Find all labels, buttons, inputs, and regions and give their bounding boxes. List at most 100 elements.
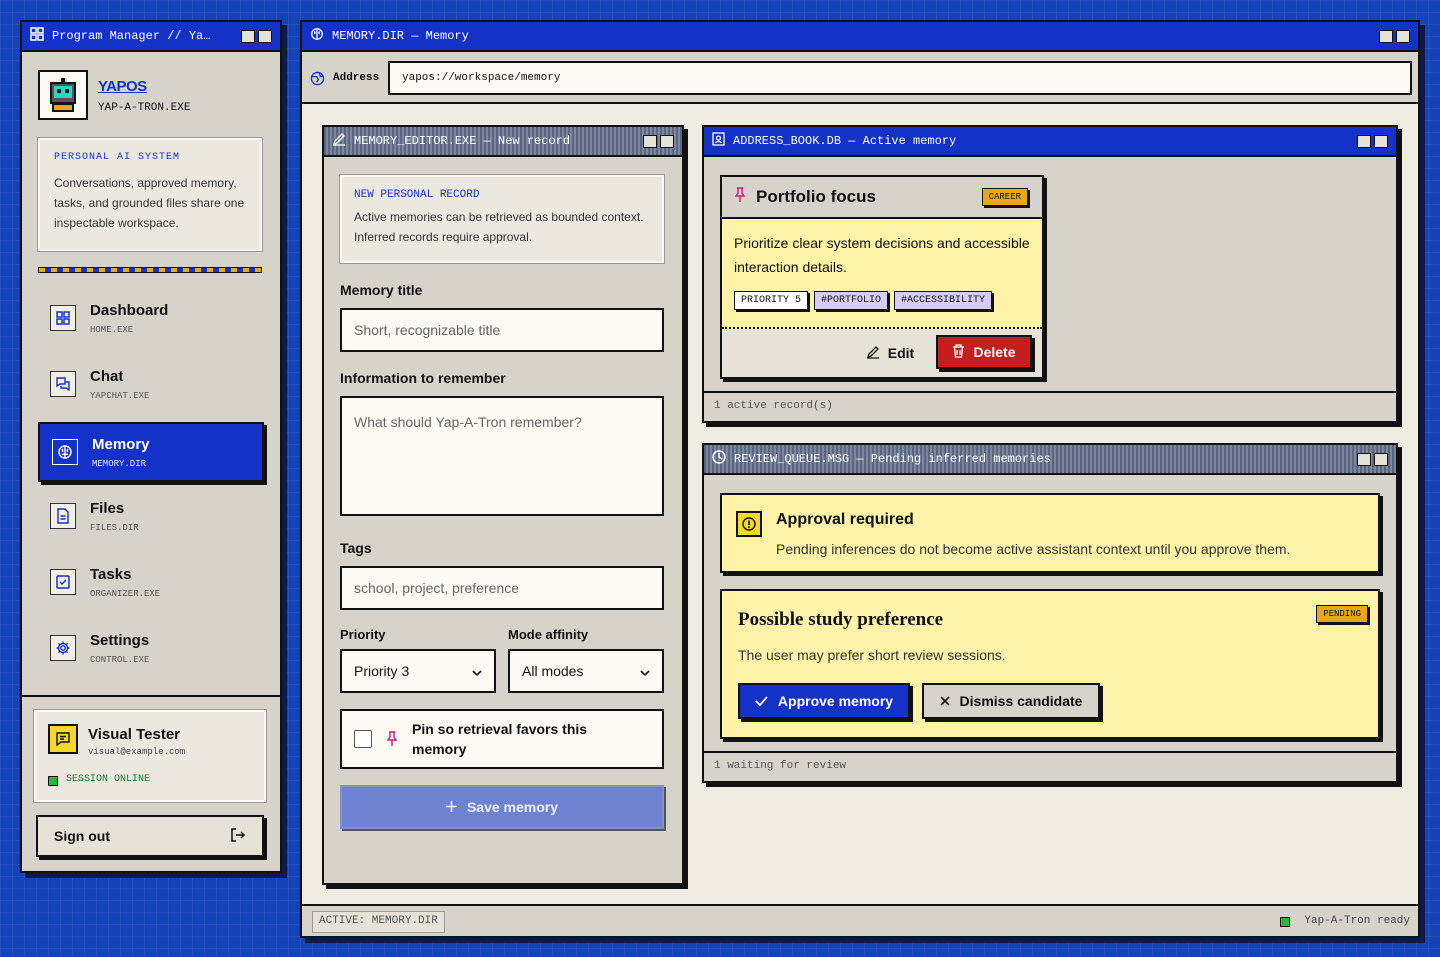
minimize-button[interactable] <box>1357 134 1371 148</box>
address-bar: Address yapos://workspace/memory <box>302 52 1418 104</box>
maximize-button[interactable] <box>1374 452 1388 466</box>
robot-icon <box>50 78 76 112</box>
trash-icon <box>952 343 965 361</box>
editor-titlebar: MEMORY_EDITOR.EXE — New record <box>324 127 682 157</box>
mode-value: All modes <box>522 663 584 679</box>
window-title: MEMORY.DIR — Memory <box>332 29 469 43</box>
mode-affinity-select[interactable]: All modes <box>508 649 664 693</box>
sidebar-item-files[interactable]: Files FILES.DIR <box>38 486 264 546</box>
plus-icon <box>445 799 457 815</box>
intro-box: PERSONAL AI SYSTEM Conversations, approv… <box>37 137 263 252</box>
sidebar-item-memory[interactable]: Memory MEMORY.DIR <box>38 422 264 482</box>
address-book-window: ADDRESS_BOOK.DB — Active memory Portfoli… <box>702 125 1398 423</box>
app-name: YAPOS <box>98 78 147 95</box>
memory-card-tags: PRIORITY 5 #PORTFOLIO #ACCESSIBILITY <box>734 289 1030 310</box>
memory-card-title: Portfolio focus <box>756 187 876 206</box>
online-indicator <box>48 776 58 786</box>
waiting-count: 1 waiting for review <box>714 760 847 772</box>
priority-label: Priority <box>340 627 386 642</box>
pin-icon <box>386 731 398 752</box>
review-queue-window: REVIEW_QUEUE.MSG — Pending inferred memo… <box>702 443 1398 783</box>
user-card: Visual Tester visual@example.com SESSION… <box>33 709 267 803</box>
approve-label: Approve memory <box>777 693 894 709</box>
information-label: Information to remember <box>340 370 506 386</box>
maximize-button[interactable] <box>258 29 272 43</box>
memory-card-text: Prioritize clear system decisions and ac… <box>734 235 1030 275</box>
program-manager-window: Program Manager // Ya… YAPOS YAP-A-TRON.… <box>20 20 282 873</box>
hashtag: #ACCESSIBILITY <box>894 291 993 310</box>
address-book-titlebar: ADDRESS_BOOK.DB — Active memory <box>704 127 1396 157</box>
pencil-icon <box>332 132 346 150</box>
address-input[interactable]: yapos://workspace/memory <box>388 61 1412 95</box>
priority-select[interactable]: Priority 3 <box>340 649 496 693</box>
pin-option[interactable]: Pin so retrieval favors this memory <box>340 709 664 769</box>
sign-out-label: Sign out <box>54 828 110 844</box>
nav-label: Chat <box>90 367 124 385</box>
nav-label: Files <box>90 499 125 517</box>
pin-checkbox[interactable] <box>354 730 372 748</box>
tags-label: Tags <box>340 540 372 556</box>
memory-title-input[interactable]: Short, recognizable title <box>340 308 664 352</box>
status-ready: Yap-A-Tron ready <box>1304 915 1410 927</box>
review-titlebar: REVIEW_QUEUE.MSG — Pending inferred memo… <box>704 445 1396 475</box>
file-icon <box>50 503 76 529</box>
session-status: SESSION ONLINE <box>66 774 151 785</box>
sidebar-item-tasks[interactable]: Tasks ORGANIZER.EXE <box>38 552 264 612</box>
tags-input[interactable]: school, project, preference <box>340 566 664 610</box>
maximize-button[interactable] <box>660 134 674 148</box>
review-footer: 1 waiting for review <box>704 751 1396 781</box>
globe-icon <box>310 71 325 91</box>
brain-icon <box>52 439 78 465</box>
pending-card-text: The user may prefer short review session… <box>738 647 1006 663</box>
divider-stripe <box>38 267 262 273</box>
clock-icon <box>712 450 726 468</box>
sidebar-item-settings[interactable]: Settings CONTROL.EXE <box>38 618 264 678</box>
brain-icon <box>310 27 324 45</box>
pending-card: Possible study preference PENDING The us… <box>720 589 1380 739</box>
app-exe: YAP-A-TRON.EXE <box>98 102 191 114</box>
pencil-icon <box>866 345 880 362</box>
contact-icon <box>712 132 725 150</box>
maximize-button[interactable] <box>1374 134 1388 148</box>
sign-out-button[interactable]: Sign out <box>36 815 264 857</box>
user-name: Visual Tester <box>88 726 180 743</box>
message-icon <box>56 732 70 746</box>
program-manager-titlebar: Program Manager // Ya… <box>22 22 280 52</box>
information-textarea[interactable]: What should Yap-A-Tron remember? <box>340 396 664 516</box>
notice-title: Approval required <box>776 511 914 528</box>
approve-memory-button[interactable]: Approve memory <box>738 683 910 719</box>
minimize-button[interactable] <box>643 134 657 148</box>
user-avatar <box>48 724 78 754</box>
sidebar-item-chat[interactable]: Chat YAPCHAT.EXE <box>38 354 264 414</box>
nav-label: Settings <box>90 631 150 649</box>
minimize-button[interactable] <box>1379 29 1393 43</box>
chevron-down-icon <box>472 663 482 679</box>
edit-button[interactable]: Edit <box>854 337 926 369</box>
nav-sub: YAPCHAT.EXE <box>90 390 150 401</box>
window-title: Program Manager // Ya… <box>52 29 211 43</box>
minimize-button[interactable] <box>1357 452 1371 466</box>
warning-icon <box>736 511 762 537</box>
dismiss-label: Dismiss candidate <box>959 693 1083 709</box>
nav-sub: FILES.DIR <box>90 522 139 533</box>
delete-label: Delete <box>973 344 1016 360</box>
pin-icon <box>734 186 746 208</box>
intro-heading: PERSONAL AI SYSTEM <box>54 152 181 163</box>
dashboard-icon <box>50 305 76 331</box>
grid-icon <box>30 27 44 45</box>
delete-button[interactable]: Delete <box>936 335 1032 369</box>
close-icon <box>939 693 950 709</box>
window-title: REVIEW_QUEUE.MSG — Pending inferred memo… <box>734 452 1051 466</box>
app-logo <box>38 70 88 120</box>
pin-label: Pin so retrieval favors this memory <box>412 721 588 757</box>
save-label: Save memory <box>466 799 559 815</box>
dismiss-candidate-button[interactable]: Dismiss candidate <box>922 683 1100 719</box>
minimize-button[interactable] <box>241 29 255 43</box>
category-badge: CAREER <box>981 188 1028 206</box>
memory-card-body: Prioritize clear system decisions and ac… <box>722 219 1042 329</box>
sidebar-item-dashboard[interactable]: Dashboard HOME.EXE <box>38 288 264 348</box>
memory-titlebar: MEMORY.DIR — Memory <box>302 22 1418 52</box>
save-memory-button[interactable]: Save memory <box>340 785 664 829</box>
active-count: 1 active record(s) <box>714 400 833 412</box>
maximize-button[interactable] <box>1396 29 1410 43</box>
